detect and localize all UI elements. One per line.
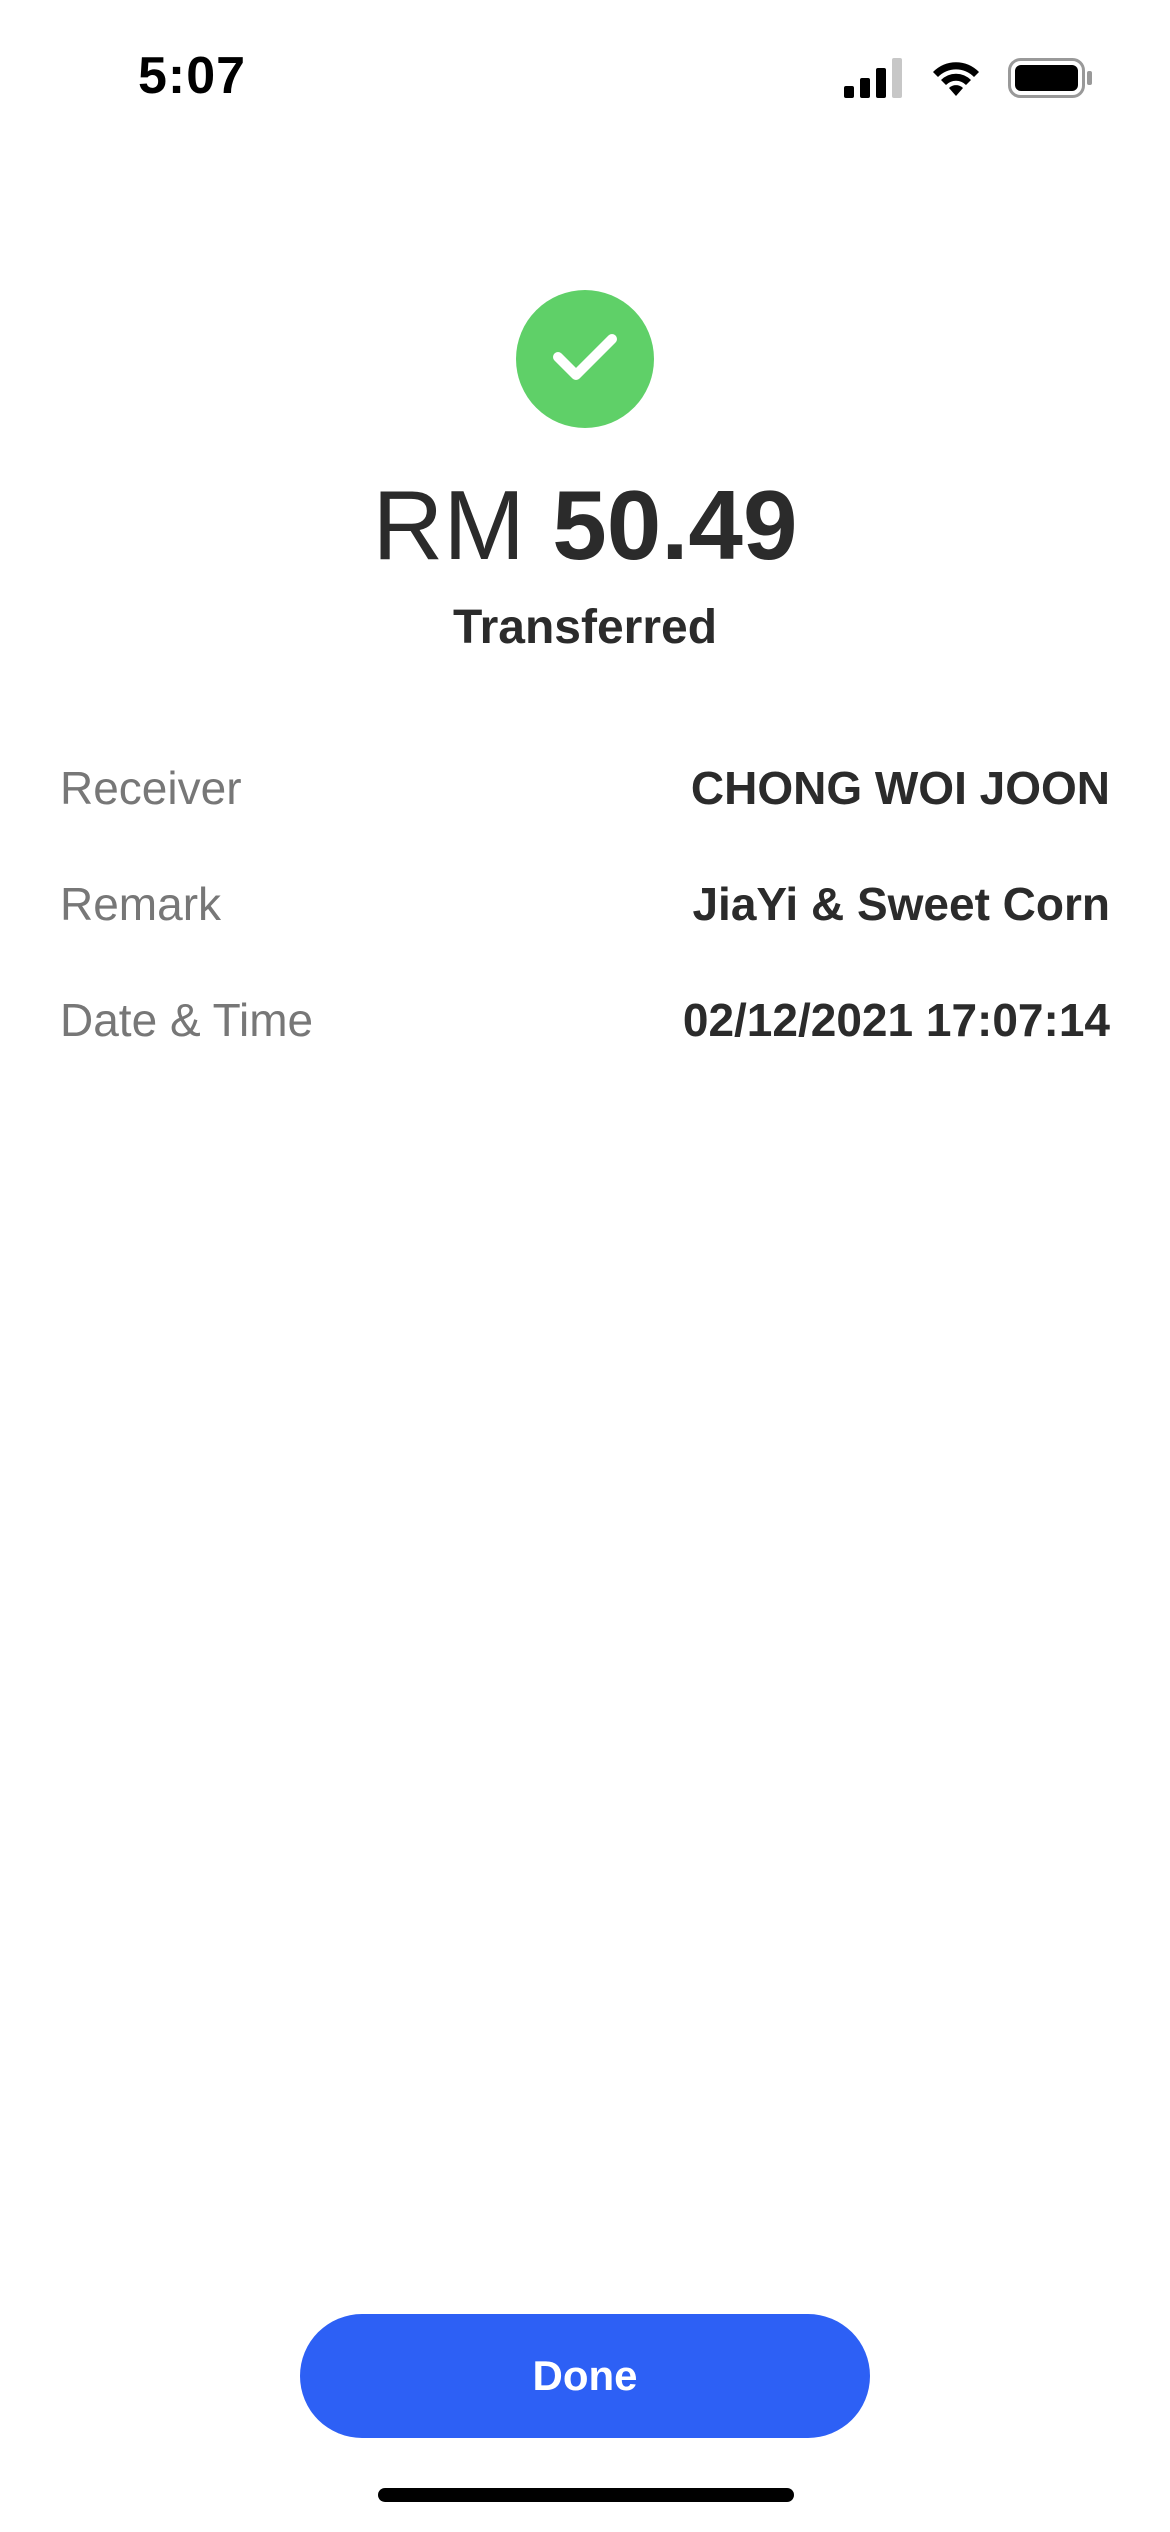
done-button[interactable]: Done (300, 2314, 870, 2438)
status-time: 5:07 (138, 47, 247, 105)
receiver-value: CHONG WOI JOON (690, 762, 1110, 814)
receiver-label: Receiver (60, 762, 242, 814)
detail-row-datetime: Date & Time 02/12/2021 17:07:14 (60, 962, 1110, 1078)
success-badge (516, 290, 654, 428)
wifi-icon (930, 58, 982, 98)
datetime-value: 02/12/2021 17:07:14 (682, 994, 1110, 1046)
transfer-status: Transferred (452, 601, 718, 654)
currency-label: RM (372, 470, 525, 580)
detail-row-remark: Remark JiaYi & Sweet Corn (60, 846, 1110, 962)
datetime-label: Date & Time (60, 994, 314, 1046)
remark-label: Remark (60, 878, 222, 930)
transfer-details: Receiver CHONG WOI JOON Remark JiaYi & S… (60, 730, 1110, 1078)
home-indicator (378, 2488, 794, 2502)
detail-row-receiver: Receiver CHONG WOI JOON (60, 730, 1110, 846)
status-icons (844, 52, 1094, 104)
checkmark-icon (552, 331, 618, 388)
cellular-signal-icon (844, 58, 904, 98)
status-bar: 5:07 (0, 0, 1170, 150)
battery-icon (1008, 58, 1094, 98)
amount-value: 50.49 (552, 470, 798, 580)
remark-value: JiaYi & Sweet Corn (692, 878, 1110, 930)
transfer-amount: RM 50.49 (0, 470, 1170, 580)
